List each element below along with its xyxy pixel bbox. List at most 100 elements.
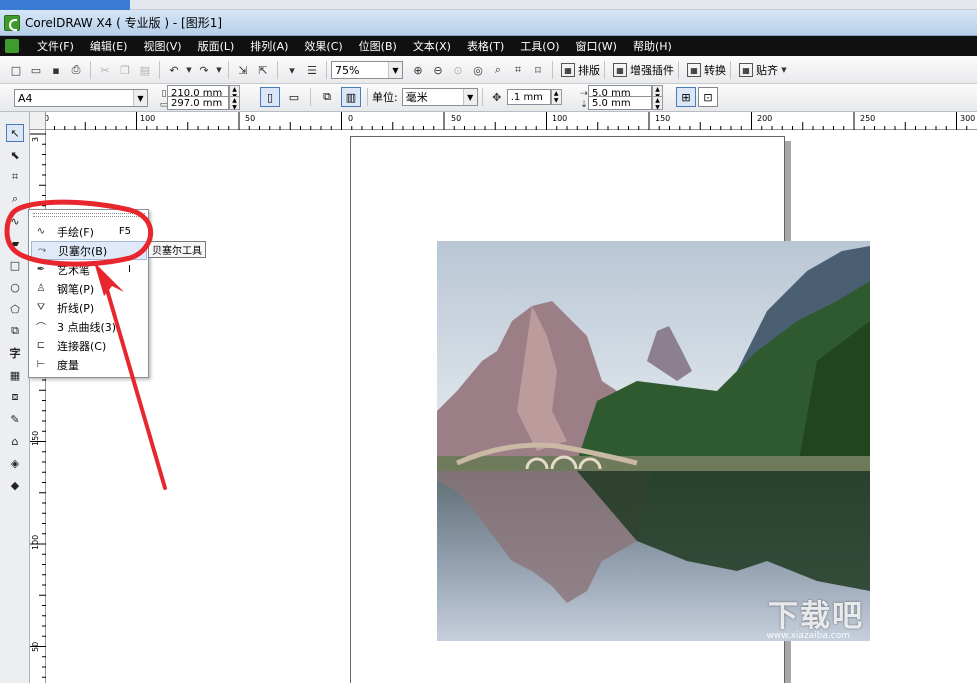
zoom-level-value: 75%	[335, 63, 360, 77]
import-icon[interactable]: ⇲	[234, 61, 252, 79]
zoom-page-icon[interactable]: ⌕	[489, 61, 507, 79]
paste-icon[interactable]: ▤	[136, 61, 154, 79]
menu-edit[interactable]: 编辑(E)	[82, 38, 136, 54]
curve-tool-icon[interactable]: ∿	[6, 212, 24, 230]
interactive-blend-tool-icon[interactable]: ⧈	[6, 388, 24, 406]
paper-size-select[interactable]: A4 ▼	[14, 89, 148, 107]
eyedropper-tool-icon[interactable]: ✎	[6, 410, 24, 428]
coreldraw-app-icon	[4, 14, 20, 31]
save-icon[interactable]: ▪	[47, 61, 65, 79]
toolbar-divider	[326, 61, 327, 79]
application-launcher-icon[interactable]: ▾	[283, 61, 301, 79]
ruler-label: 50	[31, 641, 40, 652]
menu-file[interactable]: 文件(F)	[29, 38, 82, 54]
ruler-label: 300	[960, 114, 976, 123]
polygon-tool-icon[interactable]: ⬠	[6, 300, 24, 318]
flyout-item-freehand[interactable]: ∿ 手绘(F) F5	[31, 222, 147, 241]
menu-arrange[interactable]: 排列(A)	[242, 38, 296, 54]
flyout-item-bezier[interactable]: ⤳ 贝塞尔(B)	[31, 241, 147, 260]
flyout-item-dimension[interactable]: ⊢ 度量	[31, 355, 147, 374]
fill-tool-icon[interactable]: ◈	[6, 454, 24, 472]
duplicate-y-spinner[interactable]: ▲ ▼	[652, 96, 663, 111]
horizontal-ruler[interactable]: 0 100 50 0 50 100 150 200 250 300	[30, 112, 977, 130]
menu-table[interactable]: 表格(T)	[459, 38, 512, 54]
ruler-label: 200	[757, 114, 773, 123]
zoom-page-width-icon[interactable]: ⌗	[509, 61, 527, 79]
imposition-button[interactable]: ▦ 排版	[561, 62, 600, 78]
print-icon[interactable]: ⎙	[67, 61, 85, 79]
new-document-icon[interactable]: □	[7, 61, 25, 79]
menu-view[interactable]: 视图(V)	[135, 38, 189, 54]
pick-tool-icon[interactable]: ↖	[6, 124, 24, 142]
toolbar-divider	[90, 61, 91, 79]
treat-as-filled-icon[interactable]: ⊡	[698, 87, 718, 107]
document-icon[interactable]	[5, 39, 19, 53]
nudge-distance-field[interactable]: .1 mm ▲ ▼	[506, 89, 562, 105]
landscape-photo[interactable]: 下载吧 www.xiazaiba.com	[437, 241, 870, 641]
all-pages-icon[interactable]: ⧉	[317, 87, 337, 107]
smart-fill-tool-icon[interactable]: ▰	[6, 234, 24, 252]
ruler-ticks	[33, 112, 968, 130]
menu-effects[interactable]: 效果(C)	[296, 38, 350, 54]
redo-dropdown-icon[interactable]: ▼	[215, 61, 223, 79]
ruler-label: 50	[451, 114, 462, 123]
outline-tool-icon[interactable]: ⌂	[6, 432, 24, 450]
snap-button[interactable]: ▦ 贴齐	[739, 62, 778, 78]
flyout-grip[interactable]	[33, 213, 145, 217]
text-tool-icon[interactable]: 字	[6, 344, 24, 362]
cut-icon[interactable]: ✂	[96, 61, 114, 79]
curve-tools-flyout: ∿ 手绘(F) F5 ⤳ 贝塞尔(B) ✒ 艺术笔 I ♙ 钢笔(P) ⛛ 折线…	[28, 209, 149, 378]
ruler-origin-corner[interactable]	[30, 112, 46, 130]
zoom-level-select[interactable]: 75% ▼	[331, 61, 403, 79]
page-height-field[interactable]: 297.0 mm ▲ ▼	[167, 96, 240, 111]
menu-layout[interactable]: 版面(L)	[190, 38, 243, 54]
undo-dropdown-icon[interactable]: ▼	[185, 61, 193, 79]
undo-icon[interactable]: ↶	[165, 61, 183, 79]
table-tool-icon[interactable]: ▦	[6, 366, 24, 384]
enhance-plugin-button[interactable]: ▦ 增强插件	[613, 62, 674, 78]
menu-bitmaps[interactable]: 位图(B)	[351, 38, 405, 54]
flyout-item-pen[interactable]: ♙ 钢笔(P)	[31, 279, 147, 298]
toolbox: ↖ ⬉ ⌗ ⌕ ∿ ▰ □ ○ ⬠ ⧉ 字 ▦ ⧈ ✎ ⌂ ◈ ◆	[0, 112, 30, 683]
menu-tools[interactable]: 工具(O)	[512, 38, 567, 54]
menu-text[interactable]: 文本(X)	[405, 38, 459, 54]
watermark-url: www.xiazaiba.com	[766, 631, 850, 641]
interactive-fill-tool-icon[interactable]: ◆	[6, 476, 24, 494]
height-spinner[interactable]: ▲ ▼	[229, 96, 240, 111]
zoom-all-objects-icon[interactable]: ◎	[469, 61, 487, 79]
chevron-down-icon[interactable]: ▼	[779, 61, 789, 79]
ellipse-tool-icon[interactable]: ○	[6, 278, 24, 296]
portrait-orientation-icon[interactable]: ▯	[260, 87, 280, 107]
landscape-orientation-icon[interactable]: ▭	[284, 87, 304, 107]
duplicate-distance-y-field[interactable]: 5.0 mm ▲ ▼	[588, 96, 663, 111]
welcome-screen-icon[interactable]: ☰	[303, 61, 321, 79]
convert-button[interactable]: ▦ 转换	[687, 62, 726, 78]
rectangle-tool-icon[interactable]: □	[6, 256, 24, 274]
units-select[interactable]: 毫米 ▼	[401, 88, 478, 106]
flyout-item-artistic-media[interactable]: ✒ 艺术笔 I	[31, 260, 147, 279]
export-icon[interactable]: ⇱	[254, 61, 272, 79]
title-bar: CorelDRAW X4 ( 专业版 ) - [图形1]	[0, 10, 977, 36]
shape-tool-icon[interactable]: ⬉	[6, 146, 24, 164]
zoom-page-height-icon[interactable]: ⌑	[529, 61, 547, 79]
flyout-item-three-point-curve[interactable]: ⌒ 3 点曲线(3)	[31, 317, 147, 336]
redo-icon[interactable]: ↷	[195, 61, 213, 79]
open-folder-icon[interactable]: ▭	[27, 61, 45, 79]
toolbar-divider	[552, 61, 553, 79]
units-for-drawing-scale-icon[interactable]: ⊞	[676, 87, 696, 107]
flyout-item-connector[interactable]: ⊏ 连接器(C)	[31, 336, 147, 355]
taskbar-active-item[interactable]	[0, 0, 130, 10]
current-page-icon[interactable]: ▥	[341, 87, 361, 107]
menu-window[interactable]: 窗口(W)	[568, 38, 625, 54]
zoom-in-icon[interactable]: ⊕	[409, 61, 427, 79]
nudge-distance-icon: ✥	[492, 90, 502, 104]
crop-tool-icon[interactable]: ⌗	[6, 168, 24, 186]
zoom-out-icon[interactable]: ⊖	[429, 61, 447, 79]
nudge-spinner[interactable]: ▲ ▼	[550, 89, 562, 105]
zoom-tool-icon[interactable]: ⌕	[6, 190, 24, 208]
menu-help[interactable]: 帮助(H)	[625, 38, 680, 54]
copy-icon[interactable]: ❐	[116, 61, 134, 79]
zoom-selected-icon[interactable]: ⊙	[449, 61, 467, 79]
flyout-item-polyline[interactable]: ⛛ 折线(P)	[31, 298, 147, 317]
basic-shapes-tool-icon[interactable]: ⧉	[6, 322, 24, 340]
